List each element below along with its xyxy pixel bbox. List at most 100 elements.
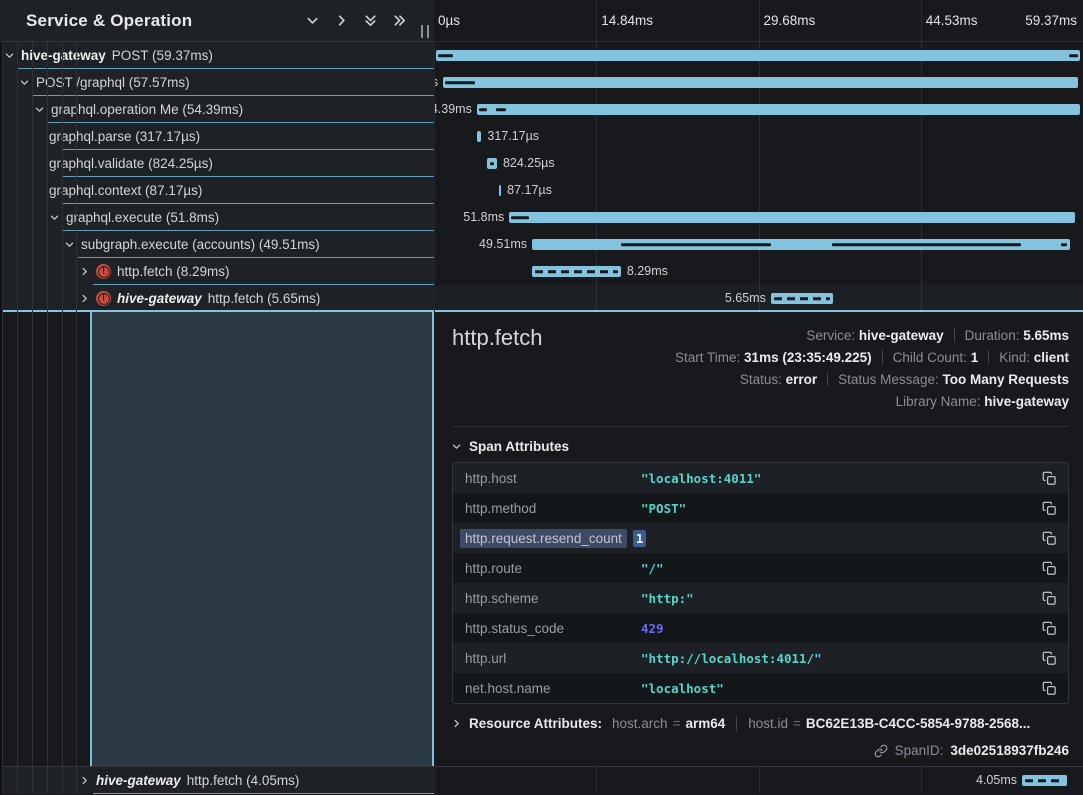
span-name-cell[interactable]: POST /graphql (57.57ms)	[0, 69, 434, 96]
attribute-key: http.url	[465, 651, 641, 666]
span-duration-bar[interactable]	[436, 50, 1080, 61]
span-row[interactable]: hive-gatewayPOST (59.37ms)	[0, 42, 1083, 69]
resource-attributes-title[interactable]: Resource Attributes:	[469, 716, 602, 731]
span-name-cell[interactable]: graphql.parse (317.17µs)	[0, 123, 434, 150]
span-bar-cell[interactable]: 8.29ms	[434, 258, 1083, 285]
span-row[interactable]: subgraph.execute (accounts) (49.51ms) 49.…	[0, 231, 1083, 258]
meta-value: 5.65ms	[1023, 328, 1069, 343]
bar-duration-label: 317.17µs	[487, 123, 539, 150]
span-attributes-title: Span Attributes	[469, 439, 569, 454]
span-row[interactable]: graphql.execute (51.8ms) 51.8ms	[0, 204, 1083, 231]
bottom-span-row: hive-gatewayhttp.fetch (4.05ms)4.05ms	[0, 766, 1083, 793]
expand-all-icon[interactable]	[392, 13, 407, 28]
span-attributes-toggle[interactable]: Span Attributes	[451, 439, 569, 454]
operation-name: graphql.parse (317.17µs)	[49, 129, 200, 144]
span-bar-cell[interactable]: 57.57ms	[434, 69, 1083, 96]
expander[interactable]	[49, 212, 60, 223]
child-span-marker	[1069, 54, 1078, 58]
span-duration-bar[interactable]	[443, 77, 1078, 88]
span-row[interactable]: POST /graphql (57.57ms)57.57ms	[0, 69, 1083, 96]
operation-name: graphql.validate (824.25µs)	[49, 156, 213, 171]
span-row[interactable]: !http.fetch (8.29ms)8.29ms	[0, 258, 1083, 285]
child-span-marker	[511, 216, 529, 220]
span-row[interactable]: graphql.parse (317.17µs) 317.17µs	[0, 123, 1083, 150]
span-bar-cell[interactable]: 54.39ms	[434, 96, 1083, 123]
span-row[interactable]: graphql.context (87.17µs)87.17µs	[0, 177, 1083, 204]
span-row[interactable]: graphql.operation Me (54.39ms)54.39ms	[0, 96, 1083, 123]
copy-value-button[interactable]	[1042, 681, 1057, 696]
expander[interactable]	[79, 293, 90, 304]
span-bar-cell[interactable]	[434, 42, 1083, 69]
row-underline	[93, 793, 434, 794]
resource-value: BC62E13B-C4CC-5854-9788-2568...	[806, 716, 1030, 731]
meta-value: hive-gateway	[859, 328, 944, 343]
child-span-marker	[496, 108, 506, 112]
span-name-cell[interactable]: hive-gatewayPOST (59.37ms)	[0, 42, 434, 69]
meta-value: Too Many Requests	[942, 372, 1069, 387]
copy-value-button[interactable]	[1042, 651, 1057, 666]
operation-name: subgraph.execute (accounts) (49.51ms)	[81, 237, 320, 252]
expand-one-icon[interactable]	[334, 13, 349, 28]
span-row[interactable]: graphql.validate (824.25µs) 824.25µs	[0, 150, 1083, 177]
span-name-cell[interactable]: subgraph.execute (accounts) (49.51ms)	[0, 231, 434, 258]
copy-value-button[interactable]	[1042, 621, 1057, 636]
span-duration-bar[interactable]	[477, 131, 482, 142]
operation-name: graphql.execute (51.8ms)	[66, 210, 219, 225]
span-duration-bar[interactable]	[1022, 775, 1067, 786]
span-bar-cell[interactable]: 4.05ms	[434, 767, 1083, 794]
span-bar-cell[interactable]: 87.17µs	[434, 177, 1083, 204]
span-duration-bar[interactable]	[532, 239, 1070, 250]
chevron-right-icon	[334, 13, 349, 28]
span-row[interactable]: !hive-gatewayhttp.fetch (5.65ms)5.65ms	[0, 285, 1083, 312]
expander[interactable]	[19, 77, 30, 88]
span-duration-bar[interactable]	[771, 293, 833, 304]
meta-label: Duration:	[965, 328, 1024, 343]
expander[interactable]	[64, 239, 75, 250]
copy-value-button[interactable]	[1042, 561, 1057, 576]
panel-resize-handle[interactable]	[421, 25, 429, 38]
span-bar-cell[interactable]: 49.51ms	[434, 231, 1083, 258]
operation-name: http.fetch (8.29ms)	[117, 264, 230, 279]
meta-value: 1	[971, 350, 979, 365]
span-bar-cell[interactable]: 51.8ms	[434, 204, 1083, 231]
span-name-cell[interactable]: !http.fetch (8.29ms)	[0, 258, 434, 285]
span-duration-bar[interactable]	[487, 158, 497, 169]
copy-value-button[interactable]	[1042, 591, 1057, 606]
attribute-row: http.host"localhost:4011"	[453, 463, 1068, 493]
copy-value-button[interactable]	[1042, 471, 1057, 486]
span-bar-cell[interactable]: 824.25µs	[434, 150, 1083, 177]
collapse-all-icon[interactable]	[363, 13, 378, 28]
attribute-value: "localhost:4011"	[641, 471, 761, 486]
span-name-cell[interactable]: hive-gatewayhttp.fetch (4.05ms)	[0, 767, 434, 794]
detail-meta: Service: hive-gatewayDuration: 5.65msSta…	[675, 325, 1069, 413]
resource-key: host.arch	[612, 716, 668, 731]
error-icon: !	[96, 291, 111, 306]
span-row[interactable]: hive-gatewayhttp.fetch (4.05ms)4.05ms	[0, 767, 1083, 794]
copy-value-button[interactable]	[1042, 501, 1057, 516]
chevron-down-icon	[49, 212, 60, 223]
expander[interactable]	[79, 266, 90, 277]
span-duration-bar[interactable]	[477, 104, 1080, 115]
span-detail-section: http.fetch Service: hive-gatewayDuration…	[0, 312, 1083, 766]
collapse-one-icon[interactable]	[305, 13, 320, 28]
span-bar-cell[interactable]: 317.17µs	[434, 123, 1083, 150]
span-name-cell[interactable]: graphql.operation Me (54.39ms)	[0, 96, 434, 123]
copy-value-button[interactable]	[1042, 531, 1057, 546]
chevron-down-icon	[34, 104, 45, 115]
span-name-cell[interactable]: graphql.validate (824.25µs)	[0, 150, 434, 177]
meta-value: hive-gateway	[984, 394, 1069, 409]
expander[interactable]	[34, 104, 45, 115]
service-operation-header: Service & Operation	[0, 0, 434, 42]
expander[interactable]	[79, 775, 90, 786]
span-duration-bar[interactable]	[509, 212, 1075, 223]
span-name-cell[interactable]: graphql.execute (51.8ms)	[0, 204, 434, 231]
span-duration-bar[interactable]	[532, 266, 621, 277]
chevron-down-icon	[305, 13, 320, 28]
expander[interactable]	[4, 50, 15, 61]
span-name-cell[interactable]: graphql.context (87.17µs)	[0, 177, 434, 204]
span-duration-bar[interactable]	[499, 185, 501, 196]
chevron-right-icon[interactable]	[451, 718, 462, 729]
link-icon[interactable]	[874, 744, 888, 758]
span-bar-cell[interactable]: 5.65ms	[434, 285, 1083, 312]
span-name-cell[interactable]: !hive-gatewayhttp.fetch (5.65ms)	[0, 285, 434, 312]
